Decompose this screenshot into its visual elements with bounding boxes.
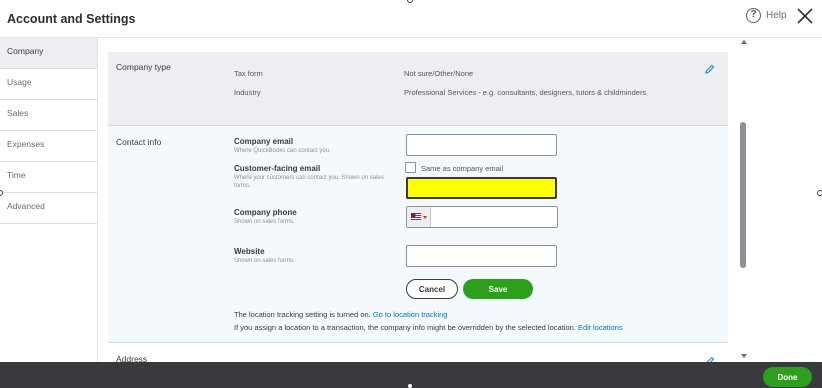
override-note: If you assign a location to a transactio… — [234, 323, 623, 332]
industry-label: Industry — [234, 88, 261, 97]
help-button[interactable]: ? Help — [746, 8, 787, 23]
sidebar-item-usage[interactable]: Usage — [0, 69, 97, 100]
country-code-dropdown[interactable] — [407, 207, 431, 227]
go-to-location-tracking-link[interactable]: Go to location tracking — [373, 310, 448, 319]
company-phone-field — [406, 206, 558, 228]
customer-facing-email-input[interactable] — [406, 177, 557, 199]
sidebar-item-sales[interactable]: Sales — [0, 100, 97, 131]
contact-info-label: Contact info — [116, 137, 162, 147]
settings-sidebar: Company Usage Sales Expenses Time Advanc… — [0, 38, 98, 362]
sidebar-item-expenses[interactable]: Expenses — [0, 131, 97, 162]
same-as-company-email-label: Same as company email — [421, 164, 504, 173]
company-type-section[interactable]: Company type Tax form Not sure/Other/Non… — [108, 52, 728, 126]
website-label: Website — [234, 247, 265, 256]
website-input[interactable] — [406, 245, 557, 267]
edit-locations-link[interactable]: Edit locations — [578, 323, 623, 332]
sidebar-item-company[interactable]: Company — [0, 38, 97, 69]
tax-form-value: Not sure/Other/None — [404, 69, 474, 78]
override-text: If you assign a location to a transactio… — [234, 323, 576, 332]
flag-icon — [411, 213, 421, 220]
address-label: Address — [116, 354, 148, 362]
same-as-company-email-checkbox[interactable] — [405, 162, 416, 173]
contact-info-section: Contact info Company email Where QuickBo… — [108, 127, 728, 343]
dialog-title: Account and Settings — [7, 12, 136, 26]
website-hint: Shown on sales forms. — [234, 258, 295, 264]
save-button[interactable]: Save — [463, 279, 533, 299]
caret-down-icon — [423, 216, 427, 219]
sidebar-item-advanced[interactable]: Advanced — [0, 193, 97, 224]
tax-form-label: Tax form — [234, 69, 263, 78]
settings-content: Company type Tax form Not sure/Other/Non… — [98, 38, 740, 362]
resize-handle-bottom[interactable] — [407, 383, 413, 388]
cancel-button[interactable]: Cancel — [406, 279, 458, 299]
customer-email-hint: Where your customers can contact you. Sh… — [234, 175, 384, 189]
industry-value: Professional Services - e.g. consultants… — [404, 88, 647, 97]
help-icon: ? — [746, 8, 761, 23]
address-section[interactable]: Address — [108, 346, 728, 362]
resize-handle-right[interactable] — [817, 190, 822, 196]
customer-email-label: Customer-facing email — [234, 164, 321, 173]
sidebar-item-time[interactable]: Time — [0, 162, 97, 193]
scroll-down-arrow-icon[interactable] — [741, 354, 747, 358]
company-phone-hint: Shown on sales forms. — [234, 219, 295, 225]
close-icon[interactable] — [796, 7, 814, 25]
help-label: Help — [766, 10, 787, 21]
company-email-label: Company email — [234, 137, 294, 146]
edit-pencil-icon[interactable] — [704, 64, 715, 75]
dialog-header: Account and Settings ? Help — [0, 0, 822, 38]
company-email-hint: Where QuickBooks can contact you. — [234, 148, 331, 154]
content-scrollbar[interactable] — [740, 38, 750, 362]
done-button[interactable]: Done — [763, 367, 812, 387]
scrollbar-thumb[interactable] — [740, 122, 746, 268]
location-tracking-text: The location tracking setting is turned … — [234, 310, 371, 319]
scroll-up-arrow-icon[interactable] — [741, 40, 747, 44]
company-phone-input[interactable] — [431, 207, 557, 227]
company-email-input[interactable] — [406, 134, 557, 156]
company-type-label: Company type — [116, 62, 171, 72]
location-tracking-note: The location tracking setting is turned … — [234, 310, 447, 319]
company-phone-label: Company phone — [234, 208, 297, 217]
